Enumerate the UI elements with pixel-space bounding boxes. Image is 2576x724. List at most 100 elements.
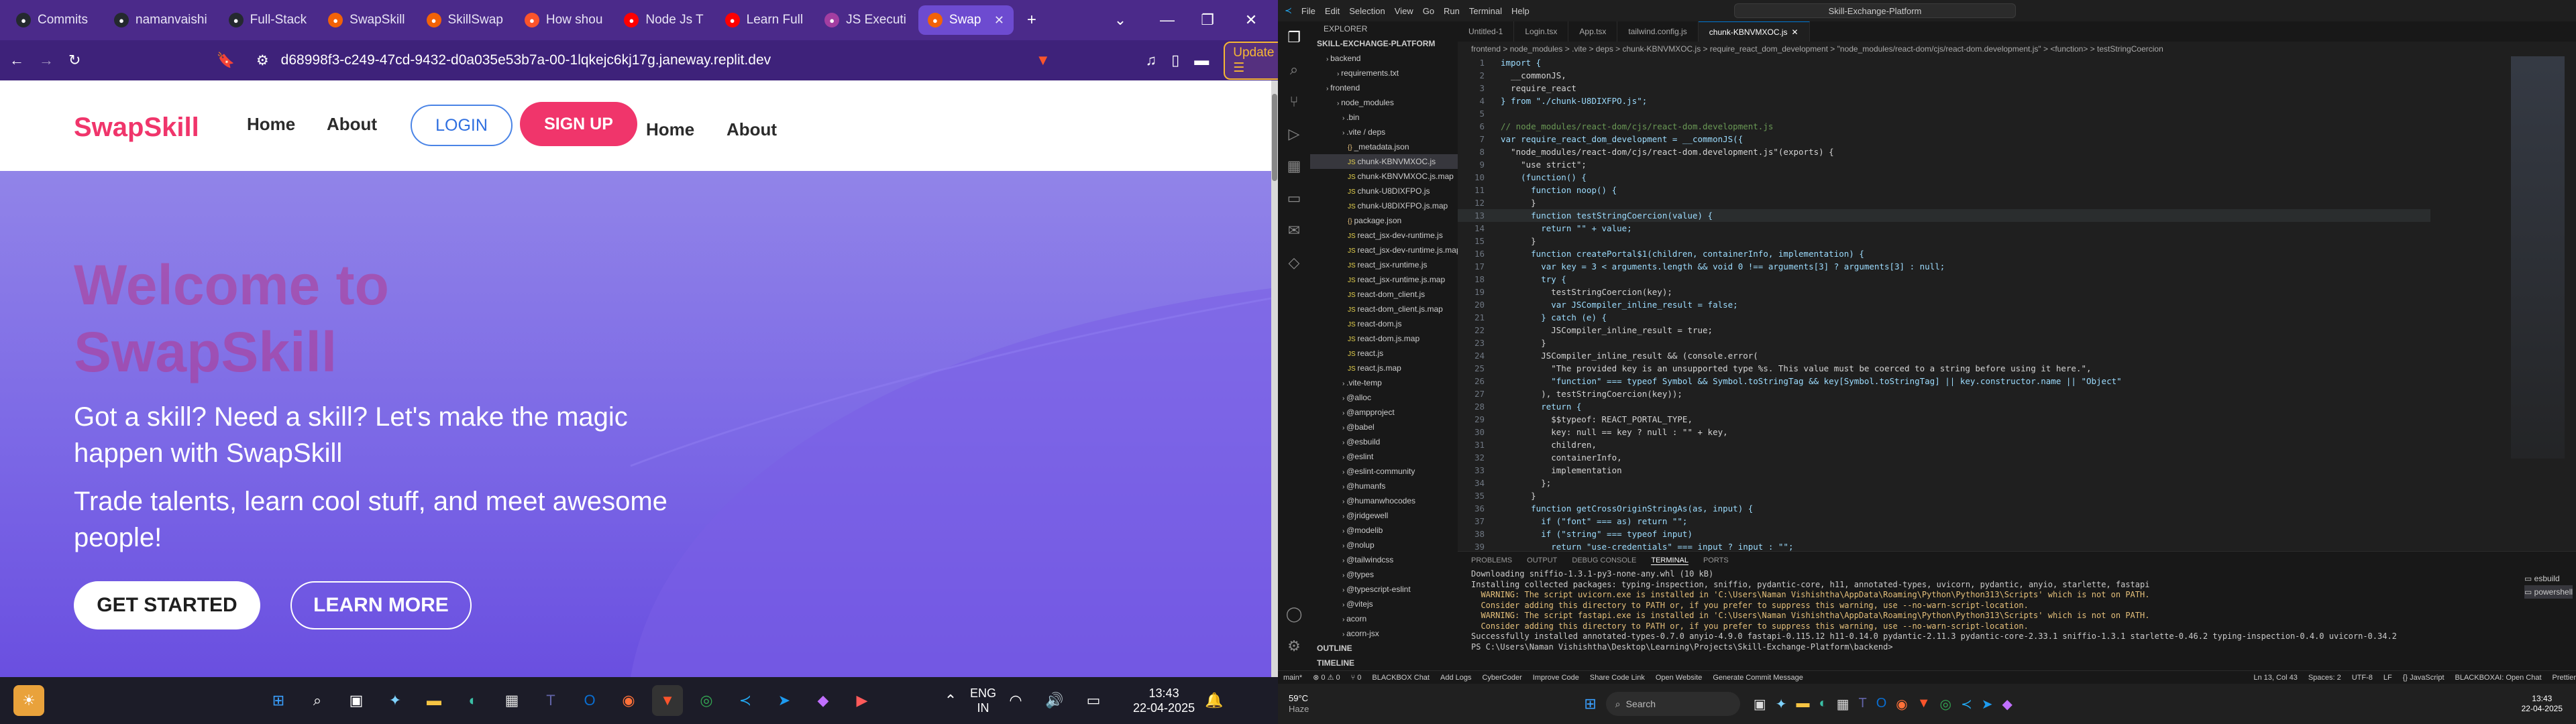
breadcrumb[interactable]: frontend > node_modules > .vite > deps >… [1458, 42, 2576, 56]
task-view-icon[interactable]: ▣ [1754, 696, 1766, 713]
login-button[interactable]: LOGIN [411, 105, 513, 146]
file-tree-item[interactable]: › @babel [1310, 420, 1458, 434]
status-item[interactable]: Generate Commit Message [1713, 674, 1803, 682]
notification-bell-icon[interactable]: 🔔 [1199, 685, 1230, 716]
firefox-icon[interactable]: ◉ [613, 685, 644, 716]
file-tree-item[interactable]: › @types [1310, 567, 1458, 582]
store-icon[interactable]: ▦ [1837, 696, 1849, 713]
file-tree-item[interactable]: › @vitejs [1310, 597, 1458, 611]
battery-icon[interactable]: ▭ [1078, 685, 1109, 716]
code-view[interactable]: 1 import {2 __commonJS, 3 require_react 4} … [1458, 56, 2430, 551]
editor-tab[interactable]: Untitled-1 [1458, 21, 1515, 42]
menu-item-file[interactable]: File [1301, 6, 1316, 16]
close-tab-icon[interactable]: ✕ [1792, 27, 1799, 37]
status-item[interactable]: CyberCoder [1482, 674, 1521, 682]
status-item[interactable]: BLACKBOXAI: Open Chat [2455, 674, 2542, 682]
browser-tab[interactable]: ● Learn Full [716, 5, 813, 35]
page-scrollbar[interactable] [1271, 80, 1278, 677]
panel-tab-ports[interactable]: PORTS [1703, 556, 1729, 564]
file-tree-item[interactable]: › node_modules [1310, 95, 1458, 110]
file-tree-item[interactable]: JS react.js [1310, 346, 1458, 361]
task-view-icon[interactable]: ▣ [341, 685, 372, 716]
widgets-icon[interactable]: ☀ [13, 685, 44, 716]
browser-tab[interactable]: ● SkillSwap [417, 5, 513, 35]
run-debug-icon[interactable]: ▷ [1278, 118, 1310, 150]
file-tree-item[interactable]: › @tailwindcss [1310, 552, 1458, 567]
editor-tab[interactable]: Login.tsx [1514, 21, 1569, 42]
url-field[interactable]: ⚙ d68998f3-c249-47cd-9432-d0a035e53b7a-0… [250, 46, 1021, 75]
status-item[interactable]: main* [1283, 674, 1302, 682]
blackbox-icon[interactable]: ◇ [1278, 247, 1310, 279]
app-icon[interactable]: ◆ [2002, 696, 2012, 713]
back-icon[interactable]: ← [9, 52, 24, 69]
store-icon[interactable]: ▦ [496, 685, 527, 716]
sidebar-icon[interactable]: ▯ [1171, 52, 1179, 69]
status-item[interactable]: Share Code Link [1590, 674, 1645, 682]
file-tree-item[interactable]: JS react_jsx-dev-runtime.js [1310, 228, 1458, 243]
editor-tab[interactable]: tailwind.config.js [1617, 21, 1699, 42]
windows-start-icon[interactable]: ⊞ [263, 685, 294, 716]
terminal-item-powershell[interactable]: ▭ powershell [2524, 585, 2573, 599]
project-root[interactable]: SKILL-EXCHANGE-PLATFORM [1310, 36, 1458, 51]
language-indicator[interactable]: ENG IN [970, 686, 996, 715]
outlook-icon[interactable]: O [574, 685, 605, 716]
timeline-section[interactable]: TIMELINE [1310, 656, 1354, 670]
file-tree-item[interactable]: › @modelib [1310, 523, 1458, 538]
search-icon[interactable]: ⌕ [302, 685, 333, 716]
volume-icon[interactable]: 🔊 [1039, 685, 1070, 716]
file-tree-item[interactable]: JS chunk-KBNVMXOC.js [1310, 154, 1458, 169]
vscode-icon[interactable]: ≺ [1961, 696, 1972, 713]
file-explorer-icon[interactable]: ▬ [1796, 696, 1809, 713]
file-tree-item[interactable]: › @humanfs [1310, 479, 1458, 493]
bookmark-icon[interactable]: 🔖 [216, 52, 234, 69]
file-tree-item[interactable]: › frontend [1310, 80, 1458, 95]
editor-tab[interactable]: App.tsx [1568, 21, 1618, 42]
close-tab-icon[interactable]: ✕ [994, 13, 1004, 27]
browser-tab[interactable]: ● Full-Stack [219, 5, 316, 35]
maximize-button[interactable]: ❐ [1184, 0, 1231, 40]
learn-more-button[interactable]: LEARN MORE [290, 581, 472, 629]
weather-widget[interactable]: 59°C Haze [1289, 693, 1309, 715]
panel-tab-problems[interactable]: PROBLEMS [1471, 556, 1512, 564]
reload-icon[interactable]: ↻ [68, 52, 80, 69]
file-tree-item[interactable]: › @jridgewell [1310, 508, 1458, 523]
taskbar-search[interactable]: ⌕ Search [1605, 692, 1740, 716]
file-tree-item[interactable]: › @eslint-community [1310, 464, 1458, 479]
clock[interactable]: 13:43 22-04-2025 [2522, 694, 2563, 714]
file-tree-item[interactable]: › @alloc [1310, 390, 1458, 405]
command-center-search[interactable]: Skill-Exchange-Platform [1734, 3, 2016, 18]
file-tree-item[interactable]: JS react_jsx-runtime.js.map [1310, 272, 1458, 287]
settings-gear-icon[interactable]: ⚙ [1278, 630, 1310, 662]
browser-tab[interactable]: ● JS Executi [815, 5, 916, 35]
menu-item-view[interactable]: View [1395, 6, 1413, 16]
file-tree-item[interactable]: JS chunk-U8DIXFPO.js [1310, 184, 1458, 198]
browser-tab[interactable]: ● How shou [515, 5, 612, 35]
chrome-icon[interactable]: ◎ [691, 685, 722, 716]
wallet-icon[interactable]: ▬ [1194, 52, 1209, 69]
brave-icon[interactable]: ▼ [1917, 696, 1931, 713]
forward-icon[interactable]: → [39, 52, 54, 69]
app-icon[interactable]: ◆ [808, 685, 839, 716]
file-tree-item[interactable]: › acorn [1310, 611, 1458, 626]
status-item[interactable]: ⑂ 0 [1351, 674, 1362, 682]
wifi-icon[interactable]: ◠ [1000, 685, 1031, 716]
file-tree-item[interactable]: › @esbuild [1310, 434, 1458, 449]
terminal-item-esbuild[interactable]: ▭ esbuild [2524, 572, 2573, 585]
vscode-icon[interactable]: ≺ [730, 685, 761, 716]
panel-tab-terminal[interactable]: TERMINAL [1651, 556, 1688, 565]
menu-item-help[interactable]: Help [1511, 6, 1529, 16]
file-tree-item[interactable]: › acorn-jsx [1310, 626, 1458, 641]
terminal-output[interactable]: Downloading sniffio-1.3.1-py3-none-any.w… [1458, 569, 2397, 652]
file-tree-item[interactable]: › @humanwhocodes [1310, 493, 1458, 508]
file-tree-item[interactable]: › backend [1310, 51, 1458, 66]
file-tree-item[interactable]: › .bin [1310, 110, 1458, 125]
status-item[interactable]: Improve Code [1533, 674, 1579, 682]
tray-chevron-icon[interactable]: ⌃ [935, 685, 966, 716]
remote-icon[interactable]: ▭ [1278, 182, 1310, 215]
file-tree-item[interactable]: JS react_jsx-dev-runtime.js.map [1310, 243, 1458, 257]
scrollbar-thumb[interactable] [1272, 94, 1277, 181]
file-tree-item[interactable]: JS react_jsx-runtime.js [1310, 257, 1458, 272]
firefox-icon[interactable]: ◉ [1896, 696, 1907, 713]
menu-item-edit[interactable]: Edit [1325, 6, 1340, 16]
file-tree-item[interactable]: JS react-dom.js [1310, 316, 1458, 331]
